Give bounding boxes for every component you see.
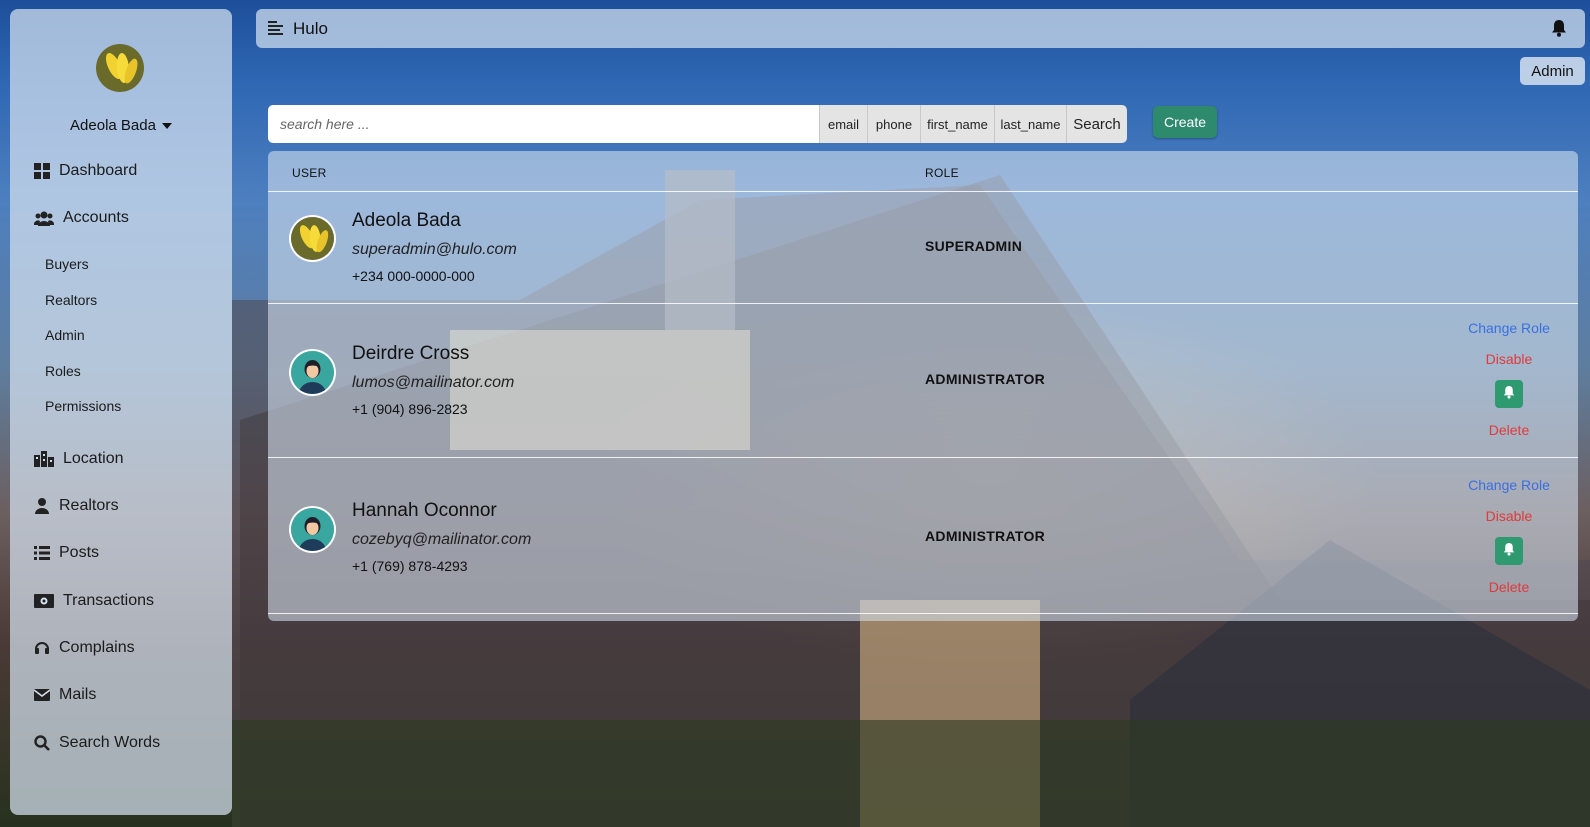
nav-mails-label: Mails [59, 686, 97, 703]
bell-icon [1503, 542, 1515, 561]
disable-link[interactable]: Disable [1464, 351, 1554, 367]
search-icon [33, 734, 51, 752]
nav-posts[interactable]: Posts [33, 544, 99, 562]
search-input[interactable] [268, 105, 819, 143]
row-divider [268, 457, 1578, 458]
top-bar: Hulo [256, 9, 1585, 48]
filter-last-name-button[interactable]: last_name [994, 105, 1066, 143]
delete-link[interactable]: Delete [1464, 422, 1554, 438]
mail-icon [33, 686, 51, 704]
create-button[interactable]: Create [1153, 106, 1217, 138]
disable-link[interactable]: Disable [1464, 508, 1554, 524]
admin-badge[interactable]: Admin [1520, 57, 1585, 85]
nav-location-label: Location [63, 450, 124, 467]
column-header-user: USER [292, 166, 327, 180]
notify-bell-button[interactable] [1495, 380, 1523, 408]
notification-bell-icon[interactable] [1551, 19, 1567, 42]
notify-bell-button[interactable] [1495, 537, 1523, 565]
nav-dashboard-label: Dashboard [59, 162, 138, 179]
user-icon [33, 497, 51, 515]
sub-admin[interactable]: Admin [45, 327, 85, 343]
users-icon [33, 209, 55, 227]
nav-complains[interactable]: Complains [33, 639, 135, 657]
user-role: ADMINISTRATOR [925, 528, 1046, 544]
user-menu[interactable]: Adeola Bada [10, 117, 232, 134]
user-name: Deirdre Cross [352, 343, 470, 364]
user-phone: +234 000-0000-000 [352, 268, 475, 284]
sub-buyers[interactable]: Buyers [45, 256, 89, 272]
sidebar-avatar[interactable] [96, 44, 144, 92]
bell-icon [1503, 385, 1515, 404]
nav-search-words[interactable]: Search Words [33, 734, 160, 752]
filter-first-name-button[interactable]: first_name [920, 105, 994, 143]
user-phone: +1 (769) 878-4293 [352, 558, 468, 574]
column-header-role: ROLE [925, 166, 959, 180]
nav-accounts-label: Accounts [63, 209, 129, 226]
sub-realtors[interactable]: Realtors [45, 292, 97, 308]
sidebar: Adeola Bada Dashboard Accounts Buyers Re… [10, 9, 232, 815]
user-email: lumos@mailinator.com [352, 374, 515, 391]
headset-icon [33, 639, 51, 657]
user-name: Hannah Oconnor [352, 500, 497, 521]
sub-permissions[interactable]: Permissions [45, 398, 121, 414]
header-divider [268, 191, 1578, 192]
nav-complains-label: Complains [59, 639, 135, 656]
nav-realtors-label: Realtors [59, 497, 119, 514]
sub-roles[interactable]: Roles [45, 363, 81, 379]
user-avatar [291, 508, 334, 551]
nav-transactions-label: Transactions [63, 592, 154, 609]
nav-mails[interactable]: Mails [33, 686, 96, 704]
user-menu-name: Adeola Bada [70, 117, 156, 134]
change-role-link[interactable]: Change Role [1464, 477, 1554, 493]
nav-posts-label: Posts [59, 544, 100, 561]
nav-accounts[interactable]: Accounts [33, 209, 129, 227]
brand-title: Hulo [293, 19, 328, 38]
user-role: ADMINISTRATOR [925, 371, 1046, 387]
user-avatar [291, 351, 334, 394]
filter-email-button[interactable]: email [819, 105, 867, 143]
nav-location[interactable]: Location [33, 450, 124, 468]
user-name: Adeola Bada [352, 210, 461, 231]
user-email: cozebyq@mailinator.com [352, 531, 532, 548]
menu-toggle-icon[interactable] [268, 21, 283, 40]
user-email: superadmin@hulo.com [352, 241, 517, 258]
buildings-icon [33, 450, 55, 468]
money-icon [33, 592, 55, 610]
nav-realtors[interactable]: Realtors [33, 497, 119, 515]
nav-transactions[interactable]: Transactions [33, 592, 154, 610]
user-phone: +1 (904) 896-2823 [352, 401, 468, 417]
search-button[interactable]: Search [1066, 105, 1127, 143]
row-divider [268, 303, 1578, 304]
row-divider [268, 613, 1578, 614]
grid-icon [33, 162, 51, 180]
user-avatar [291, 217, 334, 260]
change-role-link[interactable]: Change Role [1464, 320, 1554, 336]
nav-dashboard[interactable]: Dashboard [33, 162, 137, 180]
list-icon [33, 544, 51, 562]
user-role: SUPERADMIN [925, 238, 1023, 254]
delete-link[interactable]: Delete [1464, 579, 1554, 595]
caret-down-icon [161, 123, 172, 130]
nav-search-words-label: Search Words [59, 734, 161, 751]
search-bar: email phone first_name last_name Search [268, 105, 1127, 143]
users-table: USER ROLE Adeola Bada superadmin@hulo.co… [268, 151, 1578, 621]
filter-phone-button[interactable]: phone [867, 105, 920, 143]
